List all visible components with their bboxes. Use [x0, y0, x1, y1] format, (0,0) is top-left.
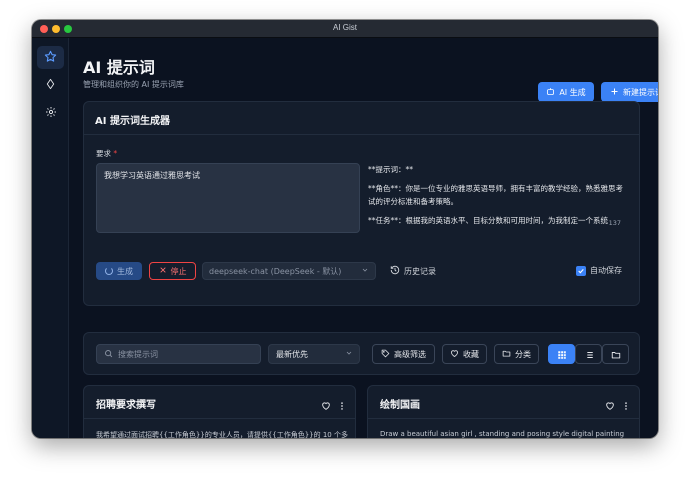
page-subtitle: 管理和组织你的 AI 提示词库 — [83, 80, 184, 89]
requirement-label: 要求 * — [96, 148, 117, 159]
required-mark: * — [113, 149, 118, 158]
close-icon — [159, 266, 167, 276]
divider — [84, 418, 355, 419]
generator-title: AI 提示词生成器 — [95, 116, 170, 127]
sort-select[interactable]: 最新优先 — [268, 344, 360, 364]
star-icon — [44, 48, 57, 67]
sidebar — [32, 38, 77, 438]
autosave-checkbox[interactable] — [576, 265, 586, 276]
model-select-value: deepseek-chat (DeepSeek - 默认) — [209, 267, 342, 276]
sidebar-item-categories[interactable] — [37, 73, 64, 96]
plus-icon — [610, 87, 619, 98]
stop-label: 停止 — [170, 266, 187, 276]
list-view-button[interactable] — [575, 344, 602, 364]
diamond-icon — [45, 75, 56, 94]
ai-generate-label: AI 生成 — [559, 87, 586, 97]
gear-icon — [45, 103, 57, 122]
category-button[interactable]: 分类 — [494, 344, 539, 364]
filter-bar: 搜索提示词 最新优先 高级筛选 收藏 分类 — [83, 332, 640, 375]
favorites-label: 收藏 — [463, 349, 479, 359]
char-count: 137 — [608, 219, 621, 227]
more-vertical-icon[interactable] — [339, 396, 345, 415]
folder-icon — [502, 349, 511, 360]
folder-icon — [611, 345, 621, 364]
heart-icon[interactable] — [605, 396, 615, 415]
search-placeholder: 搜索提示词 — [118, 349, 158, 359]
sort-value: 最新优先 — [276, 350, 308, 359]
window-title: AI Gist — [332, 23, 357, 32]
generate-label: 生成 — [117, 266, 133, 276]
grid-icon — [557, 345, 567, 364]
new-prompt-label: 新建提示词 — [623, 87, 658, 97]
prompt-card-actions — [605, 396, 629, 415]
prompt-card-title: 招聘要求撰写 — [96, 400, 156, 411]
category-label: 分类 — [515, 349, 531, 359]
title-bar: AI Gist — [32, 20, 658, 38]
prompt-card-actions — [321, 396, 345, 415]
generated-output[interactable]: **提示词：** **角色**：你是一位专业的雅思英语导师，拥有丰富的教学经验，… — [368, 163, 630, 233]
search-input[interactable]: 搜索提示词 — [96, 344, 261, 364]
list-icon — [584, 345, 594, 364]
heart-icon[interactable] — [321, 396, 331, 415]
robot-icon — [546, 87, 555, 98]
tag-icon — [381, 349, 390, 360]
advanced-filter-button[interactable]: 高级筛选 — [372, 344, 435, 364]
history-label: 历史记录 — [404, 266, 436, 276]
folder-view-button[interactable] — [602, 344, 629, 364]
app-window: AI Gist AI 提示词 管理和组织你的 AI 提示词库 AI 生成 新建提… — [32, 20, 658, 438]
chevron-down-icon — [361, 266, 369, 276]
more-vertical-icon[interactable] — [623, 396, 629, 415]
page-title: AI 提示词 — [83, 58, 155, 77]
prompt-card-description: Draw a beautiful asian girl , standing a… — [380, 430, 625, 438]
prompt-card-description: 我希望通过面试招聘{{工作角色}}的专业人员，请提供{{工作角色}}的 10 个… — [96, 431, 348, 438]
grid-view-button[interactable] — [548, 344, 575, 364]
output-line: **提示词：** — [368, 165, 413, 174]
output-line: **角色**：你是一位专业的雅思英语导师，拥有丰富的教学经验，熟悉雅思考试的评分… — [368, 184, 623, 206]
sidebar-item-settings[interactable] — [37, 101, 64, 124]
favorites-button[interactable]: 收藏 — [442, 344, 487, 364]
search-icon — [104, 349, 113, 360]
loading-spinner-icon — [105, 267, 113, 275]
requirement-input[interactable]: 我想学习英语通过雅思考试 — [96, 163, 360, 233]
output-line: **任务**：根据我的英语水平、目标分数和可用时间，为我制定一个系统 — [368, 216, 608, 225]
sidebar-item-prompts[interactable] — [37, 46, 64, 69]
model-select[interactable]: deepseek-chat (DeepSeek - 默认) — [202, 262, 376, 280]
divider — [368, 418, 639, 419]
history-button[interactable]: 历史记录 — [390, 265, 436, 277]
autosave-toggle[interactable]: 自动保存 — [576, 265, 622, 276]
autosave-label: 自动保存 — [590, 266, 622, 275]
prompt-generator-panel: AI 提示词生成器 要求 * 我想学习英语通过雅思考试 **提示词：** **角… — [83, 101, 640, 306]
history-icon — [390, 265, 400, 277]
prompt-card-title: 绘制国画 — [380, 400, 420, 411]
prompt-card[interactable]: 招聘要求撰写 我希望通过面试招聘{{工作角色}}的专业人员，请提供{{工作角色}… — [83, 385, 356, 438]
ai-generate-button[interactable]: AI 生成 — [538, 82, 594, 102]
chevron-down-icon — [345, 349, 353, 359]
prompt-card[interactable]: 绘制国画 Draw a beautiful asian girl , stand… — [367, 385, 640, 438]
generate-button[interactable]: 生成 — [96, 262, 142, 280]
main-content: AI 提示词 管理和组织你的 AI 提示词库 AI 生成 新建提示词 AI 提示… — [70, 38, 658, 438]
stop-button[interactable]: 停止 — [149, 262, 196, 280]
new-prompt-button[interactable]: 新建提示词 — [601, 82, 658, 102]
advanced-filter-label: 高级筛选 — [394, 349, 426, 359]
requirement-label-text: 要求 — [96, 149, 111, 158]
generator-header: AI 提示词生成器 — [84, 102, 639, 135]
heart-icon — [450, 349, 459, 360]
